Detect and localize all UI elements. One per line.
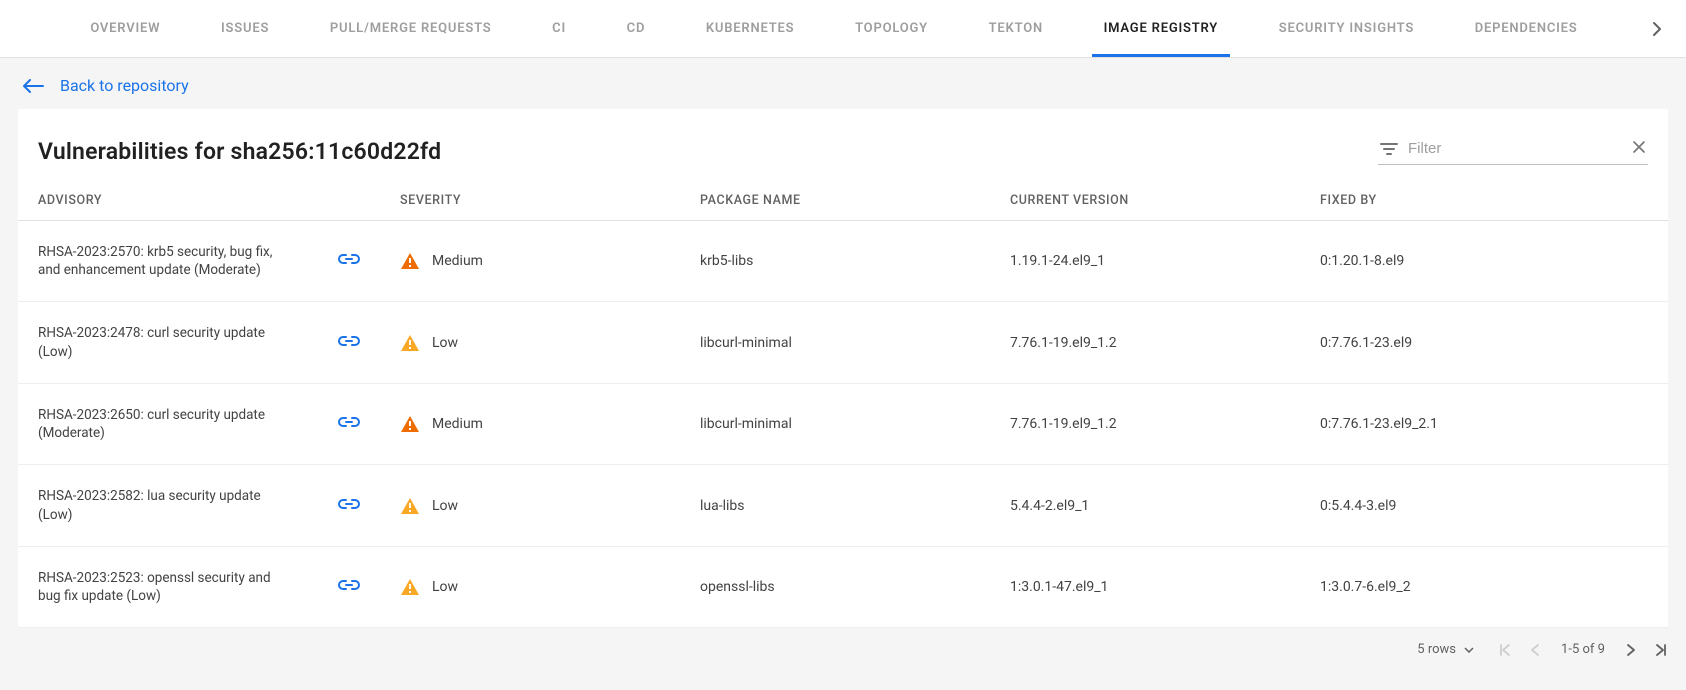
vulnerabilities-table: ADVISORY SEVERITY PACKAGE NAME CURRENT V…: [18, 181, 1668, 628]
last-page-icon: [1654, 643, 1668, 657]
table-row: RHSA-2023:2582: lua security update (Low…: [18, 465, 1668, 546]
severity-cell: Medium: [400, 252, 660, 270]
page-range: 1-5 of 9: [1558, 642, 1608, 657]
current-version: 5.4.4-2.el9_1: [990, 465, 1300, 546]
table-row: RHSA-2023:2570: krb5 security, bug fix, …: [18, 221, 1668, 302]
current-version: 1.19.1-24.el9_1: [990, 221, 1300, 302]
tabs-bar: OVERVIEW ISSUES PULL/MERGE REQUESTS CI CD KUB…: [0, 0, 1686, 58]
tab-issues[interactable]: ISSUES: [209, 1, 281, 56]
filter-icon: [1380, 142, 1398, 156]
warning-triangle-icon: [400, 578, 420, 596]
fixed-by-version: 1:3.0.7-6.el9_2: [1300, 546, 1668, 627]
warning-triangle-icon: [400, 497, 420, 515]
filter-input[interactable]: [1408, 140, 1622, 157]
package-name: lua-libs: [680, 465, 990, 546]
advisory-text: RHSA-2023:2570: krb5 security, bug fix, …: [38, 243, 288, 279]
close-icon: [1632, 140, 1646, 154]
first-page-button[interactable]: [1498, 643, 1512, 657]
chevron-left-icon: [1530, 643, 1540, 657]
col-advisory[interactable]: ADVISORY: [18, 181, 318, 221]
pagination: 5 rows 1-5 of 9: [0, 628, 1686, 667]
tab-dependencies[interactable]: DEPENDENCIES: [1463, 1, 1590, 56]
tab-pull-merge-requests[interactable]: PULL/MERGE REQUESTS: [318, 1, 504, 56]
tab-image-registry[interactable]: IMAGE REGISTRY: [1092, 1, 1231, 56]
table-row: RHSA-2023:2478: curl security update (Lo…: [18, 302, 1668, 383]
link-icon: [338, 416, 360, 432]
advisory-text: RHSA-2023:2523: openssl security and bug…: [38, 569, 288, 605]
tab-topology[interactable]: TOPOLOGY: [843, 1, 940, 56]
arrow-left-icon: [22, 79, 44, 93]
table-row: RHSA-2023:2523: openssl security and bug…: [18, 546, 1668, 627]
table-header-row: ADVISORY SEVERITY PACKAGE NAME CURRENT V…: [18, 181, 1668, 221]
advisory-link[interactable]: [338, 416, 360, 432]
rows-per-page-select[interactable]: 5 rows: [1417, 642, 1474, 657]
tab-ci[interactable]: CI: [540, 1, 578, 56]
prev-page-button[interactable]: [1530, 643, 1540, 657]
chevron-right-icon: [1652, 21, 1662, 37]
tabs-scroll-right[interactable]: [1648, 17, 1666, 41]
advisory-link[interactable]: [338, 253, 360, 269]
fixed-by-version: 0:7.76.1-23.el9_2.1: [1300, 383, 1668, 464]
advisory-link[interactable]: [338, 498, 360, 514]
severity-label: Low: [432, 335, 458, 351]
tab-kubernetes[interactable]: KUBERNETES: [694, 1, 807, 56]
col-current[interactable]: CURRENT VERSION: [990, 181, 1300, 221]
tab-overview[interactable]: OVERVIEW: [78, 1, 172, 56]
col-fixed[interactable]: FIXED BY: [1300, 181, 1668, 221]
advisory-link[interactable]: [338, 335, 360, 351]
severity-label: Medium: [432, 253, 483, 269]
fixed-by-version: 0:7.76.1-23.el9: [1300, 302, 1668, 383]
severity-cell: Low: [400, 497, 660, 515]
first-page-icon: [1498, 643, 1512, 657]
package-name: krb5-libs: [680, 221, 990, 302]
col-package[interactable]: PACKAGE NAME: [680, 181, 990, 221]
tab-security-insights[interactable]: SECURITY INSIGHTS: [1267, 1, 1426, 56]
advisory-text: RHSA-2023:2478: curl security update (Lo…: [38, 324, 288, 360]
package-name: libcurl-minimal: [680, 383, 990, 464]
tab-tekton[interactable]: TEKTON: [977, 1, 1055, 56]
severity-cell: Low: [400, 334, 660, 352]
link-icon: [338, 335, 360, 351]
last-page-button[interactable]: [1654, 643, 1668, 657]
advisory-text: RHSA-2023:2650: curl security update (Mo…: [38, 406, 288, 442]
tabs-container: OVERVIEW ISSUES PULL/MERGE REQUESTS CI CD KUB…: [20, 1, 1648, 56]
severity-label: Low: [432, 579, 458, 595]
severity-cell: Medium: [400, 415, 660, 433]
link-icon: [338, 579, 360, 595]
panel-header: Vulnerabilities for sha256:11c60d22fd: [18, 109, 1668, 181]
rows-label: 5 rows: [1417, 642, 1456, 657]
filter-field[interactable]: [1378, 137, 1648, 165]
warning-triangle-icon: [400, 252, 420, 270]
package-name: openssl-libs: [680, 546, 990, 627]
current-version: 1:3.0.1-47.el9_1: [990, 546, 1300, 627]
chevron-right-icon: [1626, 643, 1636, 657]
page-nav: 1-5 of 9: [1498, 642, 1668, 657]
severity-label: Medium: [432, 416, 483, 432]
clear-filter-button[interactable]: [1632, 139, 1646, 158]
link-icon: [338, 253, 360, 269]
next-page-button[interactable]: [1626, 643, 1636, 657]
severity-cell: Low: [400, 578, 660, 596]
fixed-by-version: 0:1.20.1-8.el9: [1300, 221, 1668, 302]
warning-triangle-icon: [400, 415, 420, 433]
fixed-by-version: 0:5.4.4-3.el9: [1300, 465, 1668, 546]
vulnerabilities-panel: Vulnerabilities for sha256:11c60d22fd AD…: [18, 109, 1668, 628]
tab-cd[interactable]: CD: [615, 1, 658, 56]
col-link-spacer: [318, 181, 380, 221]
link-icon: [338, 498, 360, 514]
package-name: libcurl-minimal: [680, 302, 990, 383]
severity-label: Low: [432, 498, 458, 514]
col-severity[interactable]: SEVERITY: [380, 181, 680, 221]
current-version: 7.76.1-19.el9_1.2: [990, 383, 1300, 464]
page-title: Vulnerabilities for sha256:11c60d22fd: [38, 138, 441, 165]
back-to-repository-link[interactable]: Back to repository: [0, 58, 1686, 109]
table-row: RHSA-2023:2650: curl security update (Mo…: [18, 383, 1668, 464]
current-version: 7.76.1-19.el9_1.2: [990, 302, 1300, 383]
warning-triangle-icon: [400, 334, 420, 352]
dropdown-caret-icon: [1464, 647, 1474, 653]
advisory-link[interactable]: [338, 579, 360, 595]
advisory-text: RHSA-2023:2582: lua security update (Low…: [38, 487, 288, 523]
back-link-text: Back to repository: [60, 76, 189, 95]
